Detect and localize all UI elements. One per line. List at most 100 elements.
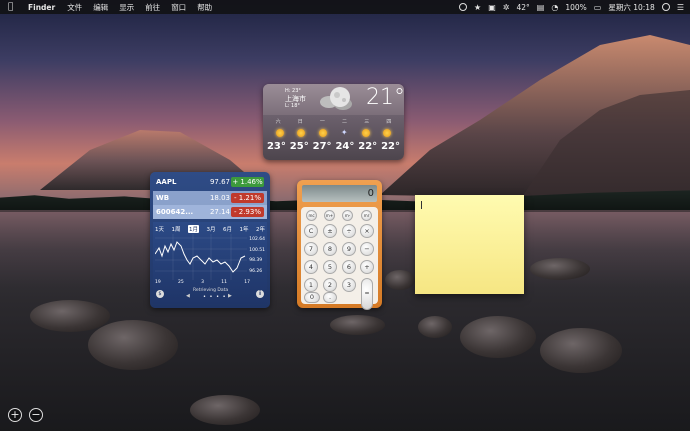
rock — [190, 395, 260, 425]
rock — [460, 316, 536, 358]
range-2y[interactable]: 2年 — [256, 225, 265, 233]
menu-help[interactable]: 帮助 — [197, 2, 212, 13]
forecast-temps: 23° 25° 27° 24° 22° 22° — [263, 137, 404, 152]
calc-plus-button[interactable]: + — [360, 260, 374, 274]
menu-app-name[interactable]: Finder — [28, 3, 55, 12]
sticky-note-widget[interactable] — [415, 195, 524, 294]
wifi-icon[interactable]: ◔ — [551, 3, 558, 12]
weather-widget[interactable]: H: 23° 上海市 L: 18° 21° 六 日 一 二 三 四 ✦ 23° … — [263, 84, 404, 160]
stock-change[interactable]: - 2.93% — [231, 207, 264, 217]
menu-file[interactable]: 文件 — [67, 2, 82, 13]
range-1d[interactable]: 1天 — [155, 225, 164, 233]
sun-icon — [361, 129, 370, 137]
text-cursor — [421, 201, 422, 209]
x-tick: 3 — [201, 280, 204, 285]
calc-minus-button[interactable]: − — [360, 242, 374, 256]
forecast-day: 二 — [342, 119, 348, 125]
flag-icon[interactable]: ▤ — [537, 3, 545, 12]
battery-percent[interactable]: 100% — [565, 3, 586, 12]
range-1w[interactable]: 1周 — [172, 225, 181, 233]
range-1y[interactable]: 1年 — [240, 225, 249, 233]
stock-row[interactable]: WB 18.03 - 1.21% — [153, 191, 267, 205]
calc-mminus-button[interactable]: m- — [342, 210, 353, 221]
next-page-icon[interactable]: ▶ — [228, 293, 232, 299]
calc-3-button[interactable]: 3 — [342, 278, 356, 292]
clear-night-icon: ✦ — [340, 128, 348, 137]
menu-temperature[interactable]: 42° — [516, 3, 529, 12]
stock-change[interactable]: + 1.46% — [231, 177, 264, 187]
remove-widget-button[interactable]: − — [29, 408, 43, 422]
menu-edit[interactable]: 编辑 — [93, 2, 108, 13]
menu-bar:  Finder 文件 编辑 显示 前往 窗口 帮助 ★ ▣ ✲ 42° ▤ ◔… — [0, 0, 690, 14]
status-circle-icon[interactable] — [459, 3, 468, 11]
apple-logo-icon[interactable]:  — [8, 2, 18, 12]
keyboard-icon[interactable]: ▣ — [488, 3, 496, 12]
notification-center-icon[interactable]: ☰ — [677, 3, 684, 12]
range-1m[interactable]: 1月 — [188, 225, 199, 233]
y-tick: 100.51 — [249, 247, 265, 253]
menu-window[interactable]: 窗口 — [171, 2, 186, 13]
forecast-day: 四 — [386, 119, 392, 125]
add-widget-button[interactable]: + — [8, 408, 22, 422]
stock-price: 18.03 — [209, 194, 230, 202]
calc-decimal-button[interactable]: . — [323, 292, 337, 303]
calc-divide-button[interactable]: ÷ — [342, 224, 356, 238]
calc-multiply-button[interactable]: × — [360, 224, 374, 238]
menu-view[interactable]: 显示 — [119, 2, 134, 13]
stock-change[interactable]: - 1.21% — [231, 193, 264, 203]
weather-low: L: 18° — [285, 103, 300, 109]
calc-0-button[interactable]: 0 — [304, 292, 320, 303]
capitalization-icon[interactable]: $ — [156, 290, 164, 298]
x-axis-ticks: 19 25 3 11 17 — [155, 280, 250, 285]
rock — [540, 328, 622, 373]
calc-clear-button[interactable]: C — [304, 224, 318, 238]
range-selector: 1天 1周 1月 3月 6月 1年 2年 — [155, 225, 265, 233]
calc-1-button[interactable]: 1 — [304, 278, 318, 292]
menu-go[interactable]: 前往 — [145, 2, 160, 13]
rock — [30, 300, 110, 332]
rock — [385, 270, 415, 290]
spotlight-icon[interactable] — [661, 3, 670, 11]
stocks-widget[interactable]: AAPL 97.67 + 1.46% WB 18.03 - 1.21% 6006… — [150, 172, 270, 308]
calc-4-button[interactable]: 4 — [304, 260, 318, 274]
calculator-widget[interactable]: 0 mc m+ m- mr C ± ÷ × 7 8 9 − 4 5 6 + 1 … — [297, 180, 382, 310]
rock — [330, 315, 385, 335]
calc-sign-button[interactable]: ± — [323, 224, 337, 238]
sun-icon — [318, 129, 327, 137]
moon-cloud-icon — [320, 87, 352, 110]
x-tick: 25 — [178, 280, 184, 285]
range-3m[interactable]: 3月 — [207, 225, 216, 233]
calc-8-button[interactable]: 8 — [323, 242, 337, 256]
sticky-text[interactable] — [423, 201, 518, 288]
forecast-icons: ✦ — [263, 125, 404, 137]
calc-equals-button[interactable]: = — [361, 278, 373, 310]
calc-6-button[interactable]: 6 — [342, 260, 356, 274]
info-icon[interactable]: i — [256, 290, 264, 298]
calc-mr-button[interactable]: mr — [361, 210, 372, 221]
range-6m[interactable]: 6月 — [223, 225, 232, 233]
stock-row[interactable]: 600642... 27.14 - 2.93% — [153, 205, 267, 219]
calc-mc-button[interactable]: mc — [306, 210, 317, 221]
star-icon[interactable]: ★ — [474, 3, 481, 12]
calc-2-button[interactable]: 2 — [323, 278, 337, 292]
sun-icon — [297, 129, 306, 137]
stock-price: 97.67 — [209, 178, 230, 186]
menu-clock[interactable]: 星期六 10:18 — [608, 2, 655, 13]
forecast-temp: 25° — [289, 141, 309, 152]
rock — [88, 320, 178, 370]
x-tick: 17 — [244, 280, 250, 285]
battery-icon[interactable]: ▭ — [594, 3, 602, 12]
calculator-keypad: mc m+ m- mr C ± ÷ × 7 8 9 − 4 5 6 + 1 2 … — [301, 207, 378, 310]
calc-9-button[interactable]: 9 — [342, 242, 356, 256]
sun-icon — [383, 129, 392, 137]
weather-status-icon[interactable]: ✲ — [503, 3, 510, 12]
calc-5-button[interactable]: 5 — [323, 260, 337, 274]
previous-page-icon[interactable]: ◀ — [186, 293, 190, 299]
forecast-temp: 23° — [266, 141, 286, 152]
y-tick: 102.64 — [249, 237, 265, 242]
forecast-day: 三 — [364, 119, 370, 125]
calc-mplus-button[interactable]: m+ — [324, 210, 335, 221]
calc-7-button[interactable]: 7 — [304, 242, 318, 256]
stock-row[interactable]: AAPL 97.67 + 1.46% — [153, 175, 267, 189]
forecast-temp: 27° — [312, 141, 332, 152]
